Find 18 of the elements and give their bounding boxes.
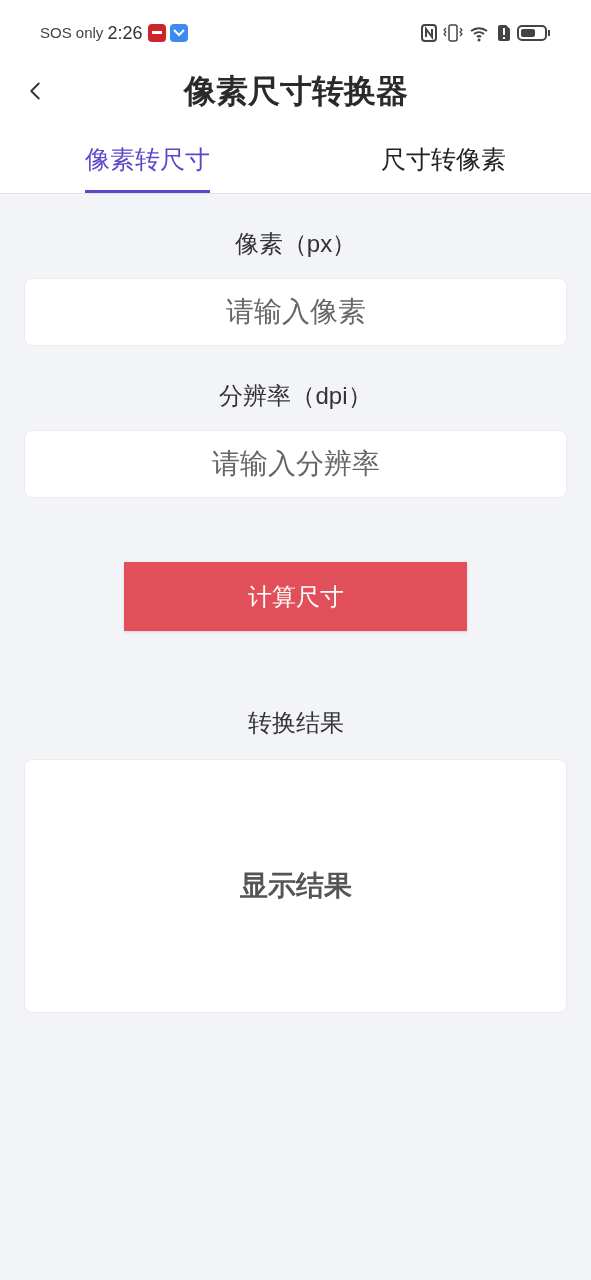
sim-alert-icon (497, 24, 511, 42)
page-title: 像素尺寸转换器 (183, 72, 408, 111)
vibrate-icon (443, 24, 463, 42)
tab[interactable]: 像素转尺寸 (85, 116, 211, 193)
field-label: 分辨率（dpi） (219, 381, 372, 411)
carrier-label: SOS only (40, 22, 104, 43)
tab[interactable]: 尺寸转像素 (380, 116, 506, 193)
clock: 2:26 (107, 21, 143, 45)
app-notification-icon (170, 24, 189, 42)
field-label: 像素（px） (234, 229, 357, 259)
calculate-button[interactable]: 计算尺寸 (124, 562, 467, 631)
app-notification-icon (148, 24, 167, 42)
result-text: 显示结果 (239, 869, 352, 903)
result-label: 转换结果 (247, 708, 344, 738)
input-field[interactable]: 请输入像素 (24, 278, 567, 346)
battery-icon (517, 24, 551, 42)
nfc-icon (421, 24, 437, 42)
input-field[interactable]: 请输入分辨率 (24, 430, 567, 498)
